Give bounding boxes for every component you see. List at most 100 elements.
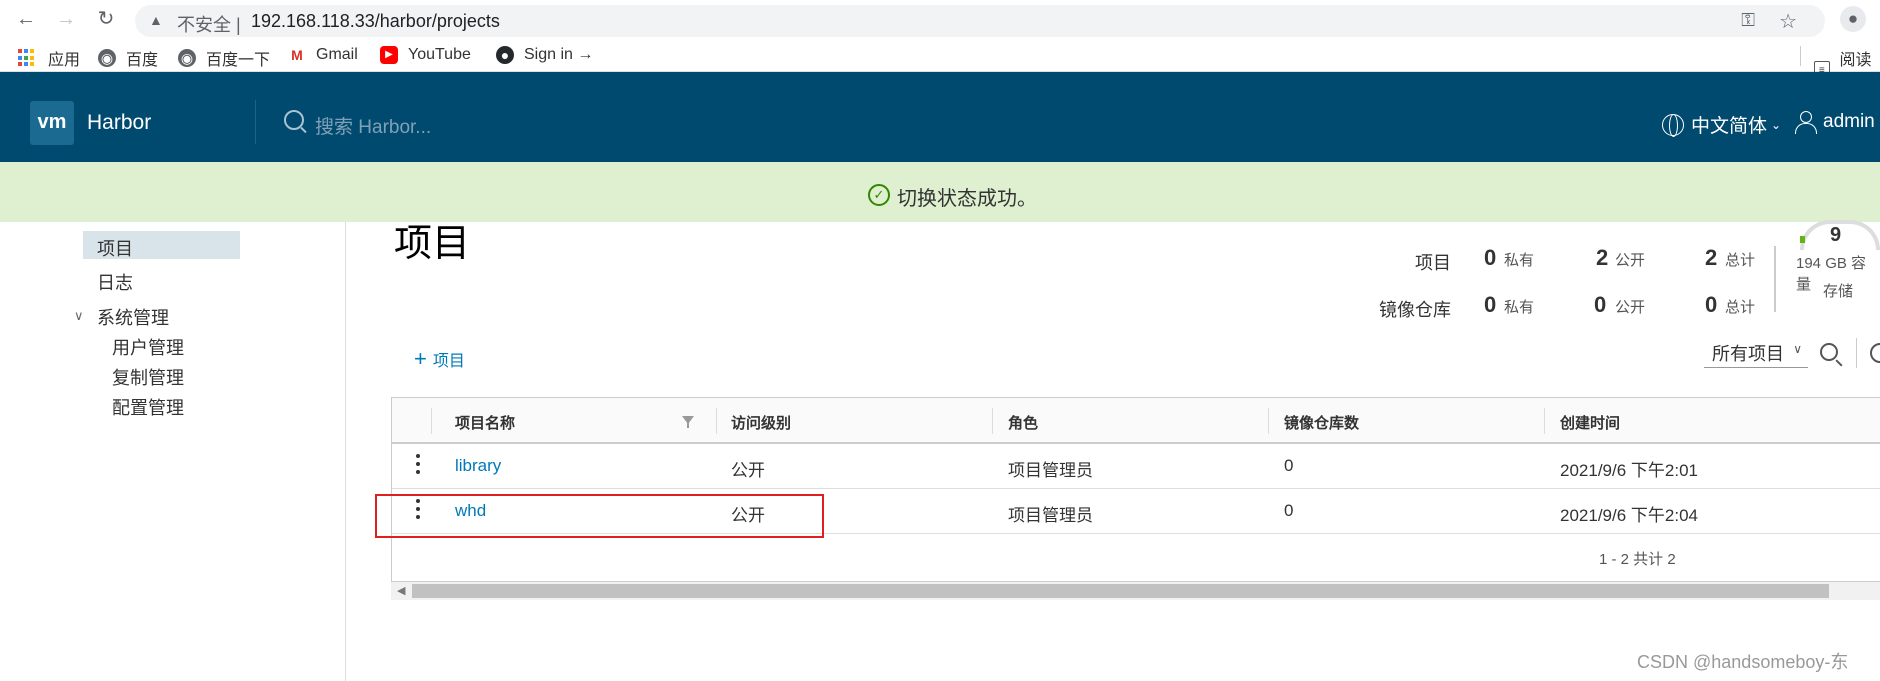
stats-repos-label: 镜像仓库 (1379, 300, 1451, 320)
stat-label: 私有 (1504, 299, 1535, 316)
stat-label: 私有 (1504, 252, 1535, 269)
created-time: 2021/9/6 下午2:01 (1560, 461, 1698, 480)
search-icon[interactable] (1820, 343, 1838, 361)
role: 项目管理员 (1008, 461, 1093, 480)
warning-icon: ▲ (149, 12, 163, 28)
profile-icon[interactable]: ● (1840, 6, 1866, 32)
url-text[interactable]: 192.168.118.33/harbor/projects (251, 11, 500, 32)
apps-icon (18, 49, 36, 67)
back-icon[interactable]: ← (14, 7, 38, 31)
pagination-summary: 1 - 2 共计 2 (1599, 551, 1676, 568)
table-header: 项目名称 访问级别 角色 镜像仓库数 创建时间 (392, 398, 1880, 444)
table-row: library 公开 项目管理员 0 2021/9/6 下午2:01 (392, 444, 1880, 489)
repo-count: 0 (1284, 501, 1294, 520)
scrollbar-thumb[interactable] (412, 584, 1829, 598)
highlight-box (375, 494, 824, 538)
chevron-down-icon: ∨ (1793, 342, 1802, 356)
column-separator (1544, 408, 1545, 434)
created-time: 2021/9/6 下午2:04 (1560, 506, 1698, 525)
storage-gauge-fill (1800, 236, 1805, 243)
stat-value: 0 (1705, 292, 1718, 317)
bookmark-baidu-search[interactable]: ◉ 百度一下 (178, 46, 270, 70)
stat-label: 公开 (1615, 252, 1646, 269)
chevron-down-icon: ⌄ (1771, 117, 1782, 132)
key-icon[interactable]: ⚿ (1741, 10, 1755, 31)
check-circle-icon: ✓ (868, 184, 890, 206)
stat-label: 总计 (1725, 299, 1756, 316)
sidebar-item-logs[interactable]: 日志 (97, 269, 133, 295)
column-header-repo-count[interactable]: 镜像仓库数 (1284, 412, 1359, 433)
add-project-button[interactable]: + 项目 (414, 347, 465, 371)
bookmark-youtube[interactable]: ▶ YouTube (380, 46, 471, 64)
repo-count: 0 (1284, 456, 1294, 475)
chevron-down-icon[interactable]: ∨ (74, 308, 84, 324)
refresh-icon[interactable] (1870, 343, 1880, 363)
global-search-input[interactable]: 搜索 Harbor... (315, 112, 431, 139)
storage-label: 存储 (1823, 283, 1854, 300)
column-header-created[interactable]: 创建时间 (1560, 412, 1620, 433)
alert-message: 切换状态成功。 (897, 188, 1037, 210)
insecure-label: 不安全 | (177, 15, 241, 35)
page-title: 项目 (394, 223, 471, 265)
bookmark-github[interactable]: ● Sign in → (496, 46, 593, 64)
reload-icon[interactable]: ↻ (94, 7, 118, 31)
stat-value: 0 (1594, 292, 1607, 317)
role: 项目管理员 (1008, 506, 1093, 525)
sidebar-item-users[interactable]: 用户管理 (112, 334, 184, 360)
storage-value: 9 (1830, 224, 1842, 246)
column-separator (716, 408, 717, 434)
stat-value: 0 (1484, 292, 1497, 317)
user-icon (1795, 111, 1817, 134)
sidebar-item-replication[interactable]: 复制管理 (112, 364, 184, 390)
bookmark-gmail[interactable]: M Gmail (288, 46, 358, 64)
column-separator (992, 408, 993, 434)
stat-label: 公开 (1615, 299, 1646, 316)
column-header-role[interactable]: 角色 (1008, 412, 1038, 433)
sidebar: 项目 日志 ∨ 系统管理 用户管理 复制管理 配置管理 (0, 222, 346, 681)
youtube-icon: ▶ (380, 46, 398, 64)
bookmark-baidu[interactable]: ◉ 百度 (98, 46, 158, 70)
column-header-name[interactable]: 项目名称 (455, 412, 515, 433)
globe-icon (1662, 113, 1684, 137)
divider (1800, 46, 1801, 66)
stat-value: 0 (1484, 245, 1497, 270)
horizontal-scrollbar[interactable]: ◀ (391, 582, 1880, 600)
address-bar[interactable]: ▲ 不安全 | 192.168.118.33/harbor/projects ⚿… (135, 5, 1825, 37)
column-separator (1268, 408, 1269, 434)
plus-icon: + (414, 346, 427, 371)
sidebar-item-configuration[interactable]: 配置管理 (112, 394, 184, 420)
watermark: CSDN @handsomeboy-东 (1637, 652, 1849, 672)
gmail-icon: M (291, 47, 303, 63)
sidebar-item-projects[interactable]: 项目 (83, 231, 240, 259)
sidebar-item-admin[interactable]: 系统管理 (97, 304, 169, 330)
project-filter-select[interactable]: 所有项目 ∨ (1704, 340, 1808, 368)
scroll-left-icon[interactable]: ◀ (397, 584, 405, 597)
app-header: vm Harbor 搜索 Harbor... 中文简体 ⌄ admin (0, 72, 1880, 162)
column-separator (431, 408, 432, 434)
filter-icon[interactable] (682, 416, 694, 428)
globe-icon: ◉ (98, 49, 116, 67)
project-name-link[interactable]: library (455, 456, 501, 476)
success-alert: ✓ 切换状态成功。 (0, 162, 1880, 222)
column-header-access[interactable]: 访问级别 (731, 412, 791, 433)
divider (1774, 246, 1776, 312)
stat-value: 2 (1596, 245, 1609, 270)
forward-icon[interactable]: → (54, 7, 78, 31)
kebab-menu-icon[interactable] (416, 454, 420, 478)
divider (1856, 338, 1857, 368)
stat-label: 总计 (1725, 252, 1756, 269)
bookmarks-bar: 应用 ◉ 百度 ◉ 百度一下 M Gmail ▶ YouTube ● Sign … (0, 38, 1880, 93)
globe-icon: ◉ (178, 49, 196, 67)
github-icon: ● (496, 46, 514, 64)
user-menu[interactable]: admin (1795, 111, 1875, 134)
stat-value: 2 (1705, 245, 1718, 270)
access-level: 公开 (731, 461, 765, 480)
stats-projects-label: 项目 (1415, 253, 1451, 273)
bookmark-apps[interactable]: 应用 (18, 46, 80, 70)
projects-table: 项目名称 访问级别 角色 镜像仓库数 创建时间 library 公开 项目管理员… (391, 397, 1880, 582)
language-selector[interactable]: 中文简体 ⌄ (1662, 111, 1781, 138)
brand-name[interactable]: Harbor (87, 111, 151, 135)
divider (255, 100, 256, 144)
vmware-logo[interactable]: vm (30, 101, 74, 145)
star-icon[interactable]: ☆ (1779, 9, 1797, 34)
